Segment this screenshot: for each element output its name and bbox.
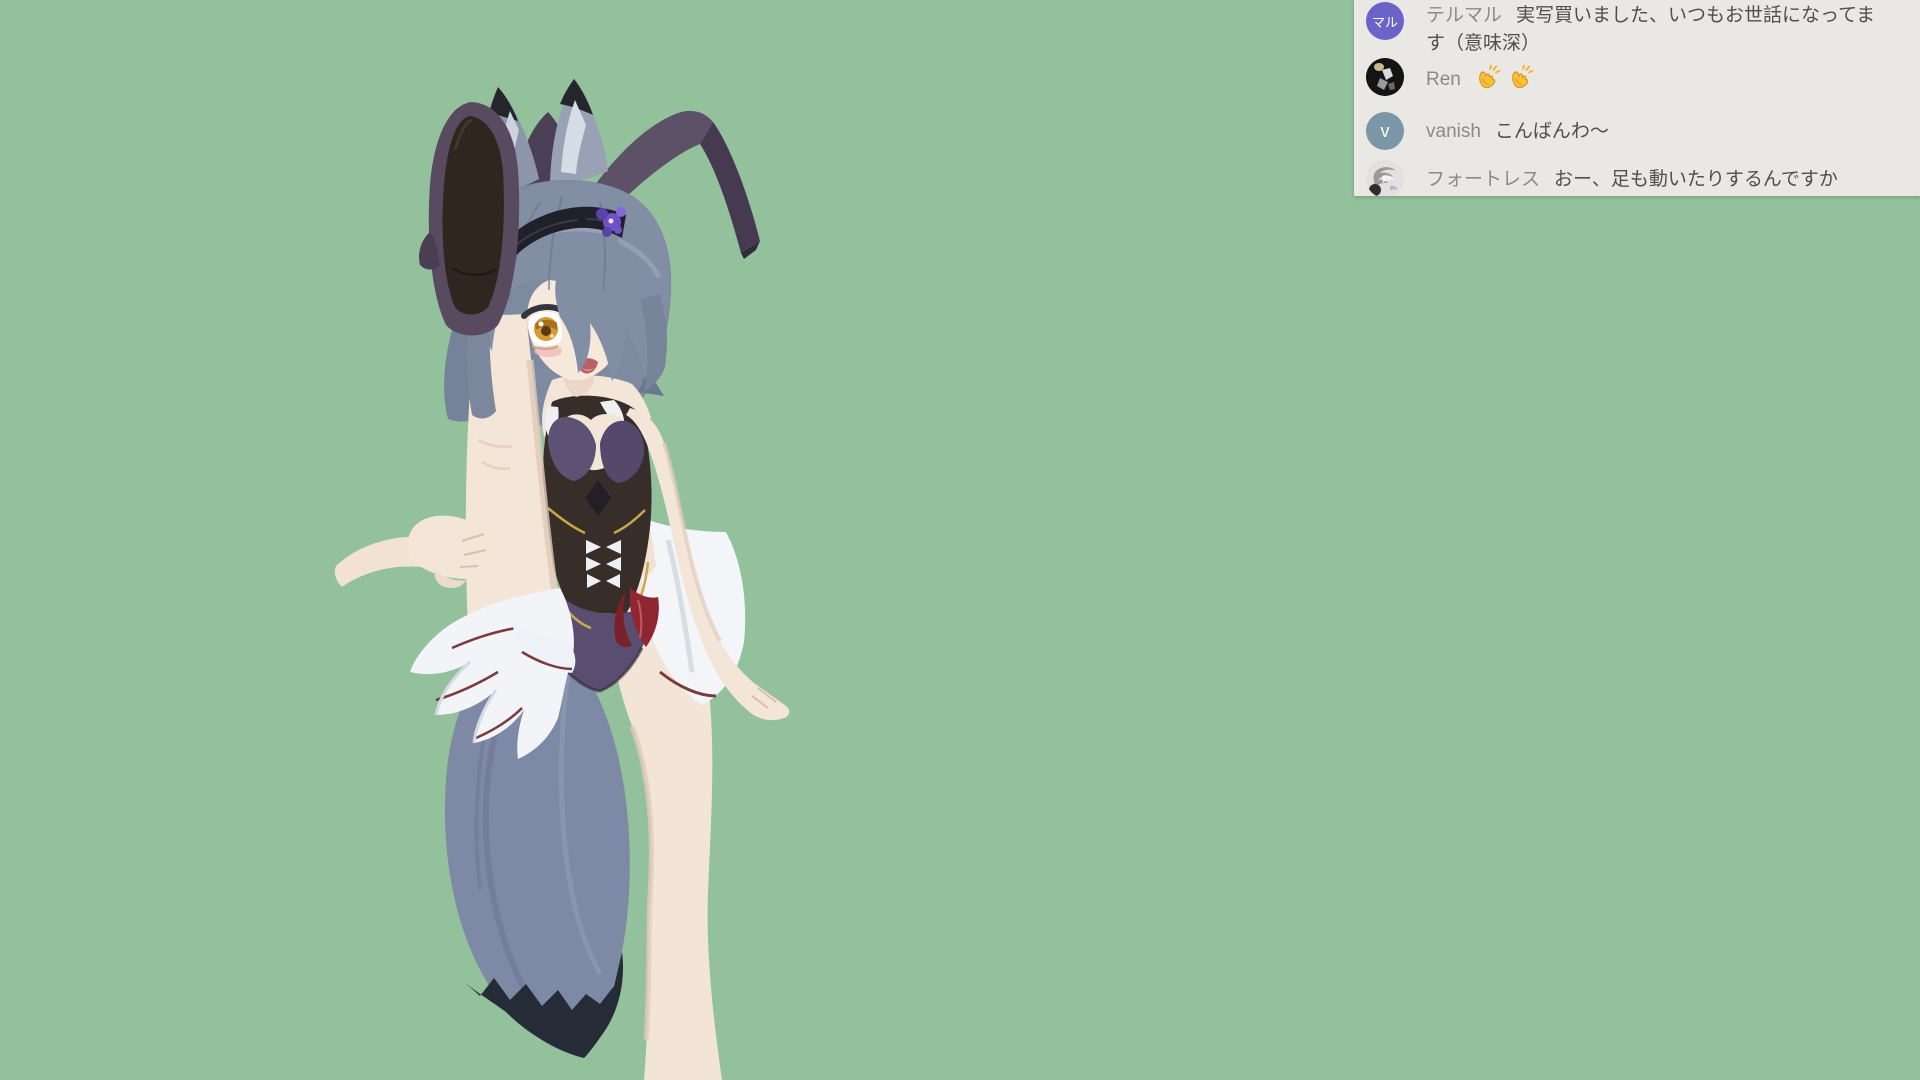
avatar-photo-dark: [1366, 58, 1404, 96]
chat-message-row[interactable]: マル テルマル実写買いました、いつもお世話になってます（意味深）: [1366, 2, 1910, 58]
chat-message-row[interactable]: v vanish こんばんわ～: [1366, 112, 1910, 150]
emoji-row: [1475, 64, 1535, 91]
gripping-hand: [335, 516, 491, 588]
avatar[interactable]: [1366, 160, 1404, 196]
chat-message-row[interactable]: フォートレスおー、足も動いたりするんですか: [1366, 160, 1910, 196]
chat-username: vanish: [1426, 121, 1481, 142]
chat-username: フォートレス: [1426, 169, 1540, 190]
chat-username: Ren: [1426, 69, 1461, 90]
clapping-hands-emoji: [1475, 64, 1502, 91]
chat-message-text: おー、足も動いたりするんですか: [1554, 169, 1838, 190]
avatar-photo-light: [1366, 160, 1404, 196]
avatar[interactable]: v: [1366, 112, 1404, 150]
avatar[interactable]: [1366, 58, 1404, 96]
live-chat-overlay: マル テルマル実写買いました、いつもお世話になってます（意味深） Ren: [1354, 0, 1920, 196]
vtuber-stage: マル テルマル実写買いました、いつもお世話になってます（意味深） Ren: [0, 0, 1920, 1080]
chat-message: Ren: [1426, 58, 1884, 94]
chat-message: テルマル実写買いました、いつもお世話になってます（意味深）: [1426, 2, 1884, 58]
chat-message: フォートレスおー、足も動いたりするんですか: [1426, 160, 1884, 194]
chat-message-row[interactable]: Ren: [1366, 58, 1910, 96]
chat-username: テルマル: [1426, 5, 1502, 26]
chat-message-text: こんばんわ～: [1495, 121, 1609, 142]
clapping-hands-emoji: [1508, 64, 1535, 91]
raised-shoe: [419, 102, 519, 336]
chat-message: vanish こんばんわ～: [1426, 112, 1884, 146]
avatar[interactable]: マル: [1366, 2, 1404, 40]
